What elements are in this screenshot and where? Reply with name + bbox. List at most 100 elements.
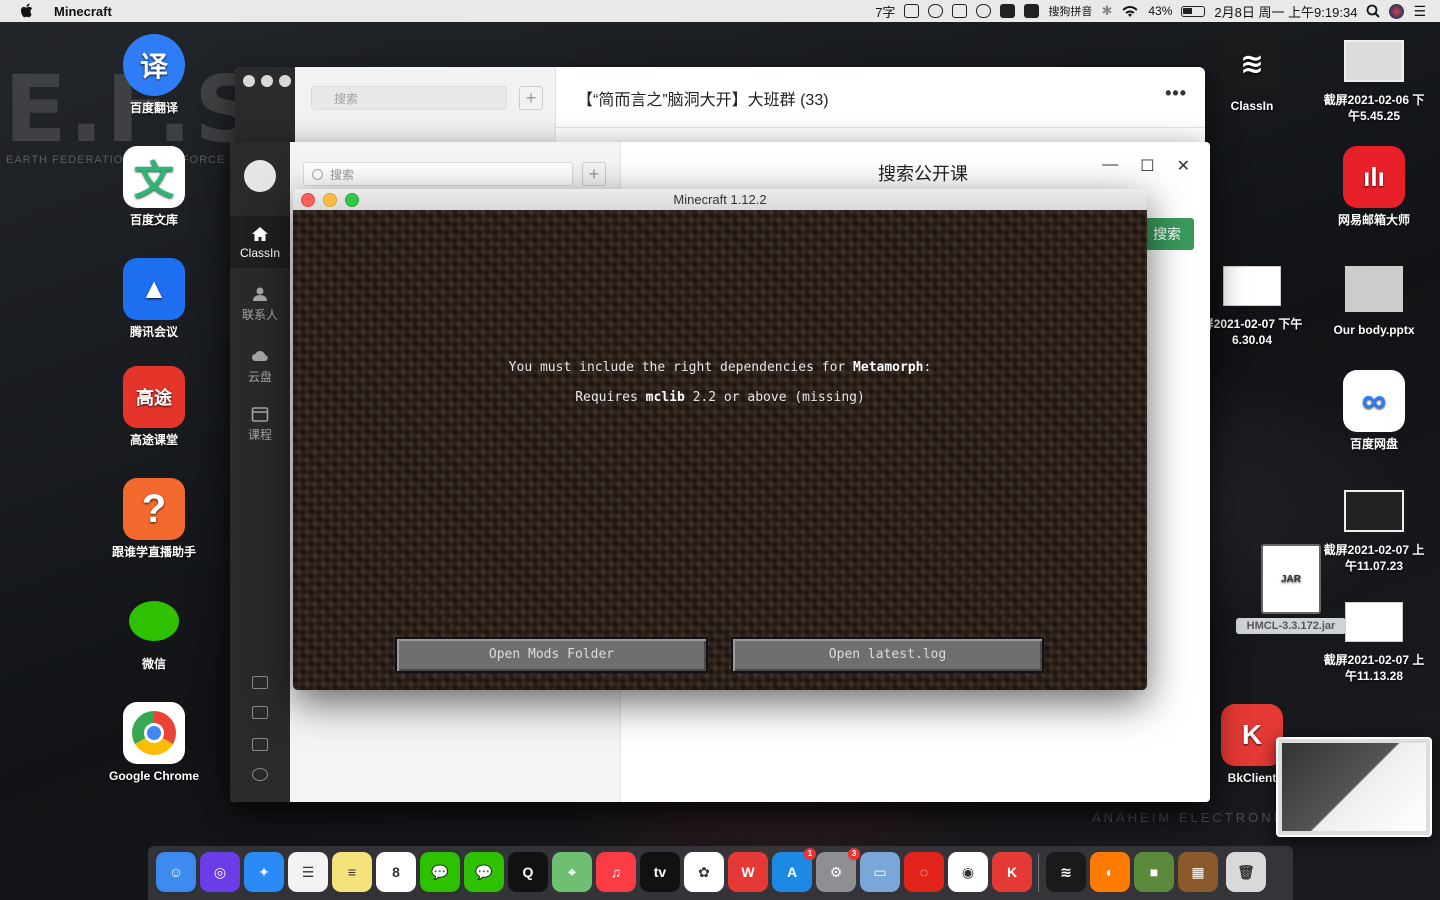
course-search-input[interactable]: 搜索 <box>303 162 573 186</box>
add-course-button[interactable]: + <box>582 162 606 186</box>
desktop-item-label: 网易邮箱大师 <box>1337 213 1410 227</box>
screenshot-preview-thumbnail[interactable] <box>1276 737 1432 837</box>
search-icon <box>312 169 323 180</box>
notification-center-icon[interactable]: ☰ <box>1413 3 1426 20</box>
chat-search-input[interactable]: 搜索 <box>311 86 507 110</box>
bluetooth-icon[interactable]: ✱ <box>1101 3 1112 19</box>
wifi-icon[interactable] <box>1121 5 1139 18</box>
wallpaper-corner-text: ANAHEIM ELECTRONICS <box>1092 810 1305 825</box>
desktop-item-wechat[interactable]: 微信 <box>99 590 209 672</box>
open-mods-folder-button[interactable]: Open Mods Folder <box>395 637 708 673</box>
active-app-name[interactable]: Minecraft <box>54 4 112 19</box>
settings-icon[interactable] <box>252 768 268 781</box>
close-icon[interactable]: ✕ <box>1177 156 1190 176</box>
desktop-item-screenshot-4[interactable]: 截屏2021-02-07 上午11.13.28 <box>1319 594 1429 684</box>
dock-qq-icon[interactable]: Q <box>508 852 548 892</box>
desktop-item-baidu-wenku[interactable]: 文 百度文库 <box>99 146 209 228</box>
dock-crafting-table-icon[interactable]: ▦ <box>1178 852 1218 892</box>
desktop-item-baidu-translate[interactable]: 译 百度翻译 <box>99 34 209 116</box>
dock-appstore-icon[interactable]: A1 <box>772 848 816 892</box>
open-latest-log-button[interactable]: Open latest.log <box>731 637 1044 673</box>
dock-classin-icon[interactable]: ≋ <box>1046 852 1086 892</box>
sidebar-item-courses[interactable]: 课程 <box>230 406 290 443</box>
desktop-item-label: 截屏2021-02-07 上午11.13.28 <box>1323 653 1425 683</box>
contacts-icon <box>253 287 267 301</box>
monitor-icon[interactable] <box>252 738 268 751</box>
dock-chrome-icon[interactable]: ◉ <box>948 852 988 892</box>
apple-icon[interactable] <box>20 3 34 19</box>
dock-maps-icon[interactable]: ⌖ <box>552 852 592 892</box>
avatar[interactable] <box>244 160 276 192</box>
desktop-item-our-body-pptx[interactable]: Our body.pptx <box>1319 258 1429 338</box>
sogou-icon[interactable] <box>1024 4 1040 18</box>
minimize-button[interactable] <box>261 75 273 87</box>
classin-menu-icon[interactable] <box>1000 4 1016 18</box>
dock-photos-icon[interactable]: ✿ <box>684 852 724 892</box>
desktop-item-classin[interactable]: ≋ ClassIn <box>1197 32 1307 114</box>
dock-wechat-icon[interactable]: 💬 <box>420 852 460 892</box>
add-chat-button[interactable]: + <box>519 86 543 110</box>
siri-icon[interactable] <box>1389 3 1405 19</box>
menu-bar: Minecraft 7字 搜狗拼音 ✱ 43% 2月8日 周一 上午9:19:3… <box>0 0 1440 22</box>
sogou-label[interactable]: 搜狗拼音 <box>1048 3 1092 19</box>
spotlight-search-icon[interactable] <box>1366 4 1381 18</box>
dock-wechat-2-icon[interactable]: 💬 <box>464 852 504 892</box>
dock-safari-icon[interactable]: ✦ <box>244 852 284 892</box>
sidebar-item-contacts[interactable]: 联系人 <box>230 286 290 323</box>
wechat-menu-icon[interactable] <box>976 4 992 18</box>
desktop-item-genshuixue[interactable]: ? 跟谁学直播助手 <box>99 478 209 560</box>
chat-more-button[interactable]: ••• <box>1165 83 1187 104</box>
dock-trash-icon[interactable]: 🗑 <box>1226 852 1266 892</box>
dock-separator <box>1038 854 1039 892</box>
battery-icon[interactable] <box>1181 5 1206 17</box>
dock-calendar-icon[interactable]: 8 <box>376 852 416 892</box>
clock[interactable]: 2月8日 周一 上午9:19:34 <box>1214 2 1357 21</box>
chat-title: 【“简而言之”脑洞大开】大班群 (33) <box>577 92 829 109</box>
desktop-item-baidu-netdisk[interactable]: ∞ 百度网盘 <box>1319 370 1429 452</box>
dock-music-icon[interactable]: ♫ <box>596 852 636 892</box>
dock-netease-music-icon[interactable]: ◌ <box>904 852 944 892</box>
desktop-item-screenshot-2[interactable]: 屏2021-02-07 下午6.30.04 <box>1197 258 1307 348</box>
desktop-item-netease-mail[interactable]: ılı 网易邮箱大师 <box>1319 146 1429 228</box>
sidebar-item-classin[interactable]: ClassIn <box>230 216 290 268</box>
desktop-item-tencent-meeting[interactable]: ▲ 腾讯会议 <box>99 258 209 340</box>
zoom-button[interactable] <box>279 75 291 87</box>
dock-reminders-icon[interactable]: ☰ <box>288 852 328 892</box>
close-button[interactable] <box>243 75 255 87</box>
screen-record-icon[interactable] <box>904 4 920 18</box>
input-count[interactable]: 7字 <box>875 2 895 21</box>
dock-firefox-icon[interactable]: ◐ <box>1090 852 1130 892</box>
desktop-item-label: 截屏2021-02-06 下午5.45.25 <box>1323 93 1425 123</box>
dock-bkclient-icon[interactable]: K <box>992 852 1032 892</box>
dock-minecraft-icon[interactable]: ■ <box>1134 852 1174 892</box>
window-controls: — ☐ ✕ <box>1102 156 1190 176</box>
input-method-icon[interactable] <box>952 4 968 18</box>
folder-icon[interactable] <box>252 676 268 689</box>
library-name: mclib <box>645 390 685 405</box>
desktop-item-label: 微信 <box>141 657 166 671</box>
mod-name: Metamorph <box>853 360 924 375</box>
dock-wps-icon[interactable]: W <box>728 852 768 892</box>
desktop-item-screenshot-1[interactable]: 截屏2021-02-06 下午5.45.25 <box>1319 32 1429 124</box>
dock-siri-icon[interactable]: ◎ <box>200 852 240 892</box>
dock-system-preferences-icon[interactable]: ⚙ 3 <box>816 848 860 892</box>
dock-appletv-icon[interactable]: tv <box>640 852 680 892</box>
screenshot-thumb-icon <box>1344 490 1404 532</box>
desktop-item-label: 百度网盘 <box>1349 437 1398 451</box>
desktop-item-chrome[interactable]: Google Chrome <box>99 702 209 784</box>
battery-percent[interactable]: 43% <box>1148 4 1172 18</box>
dock-preview-icon[interactable]: ▭ <box>860 852 900 892</box>
desktop-item-gaotu[interactable]: 高途 高途课堂 <box>99 366 209 448</box>
edit-icon[interactable] <box>252 706 268 719</box>
minecraft-window[interactable]: Minecraft 1.12.2 You must include the ri… <box>293 189 1147 690</box>
maximize-icon[interactable]: ☐ <box>1140 156 1154 176</box>
dock-notes-icon[interactable]: ≡ <box>332 852 372 892</box>
search-button[interactable]: 搜索 <box>1140 218 1194 250</box>
minimize-icon[interactable]: — <box>1102 156 1118 176</box>
desktop-item-label: 百度翻译 <box>129 101 178 115</box>
dock-finder-icon[interactable]: ☺ <box>156 852 196 892</box>
sidebar-item-label: 课程 <box>247 428 272 442</box>
microphone-icon[interactable] <box>928 4 944 18</box>
wechat-icon <box>123 590 185 652</box>
sidebar-item-cloud[interactable]: 云盘 <box>230 348 290 385</box>
